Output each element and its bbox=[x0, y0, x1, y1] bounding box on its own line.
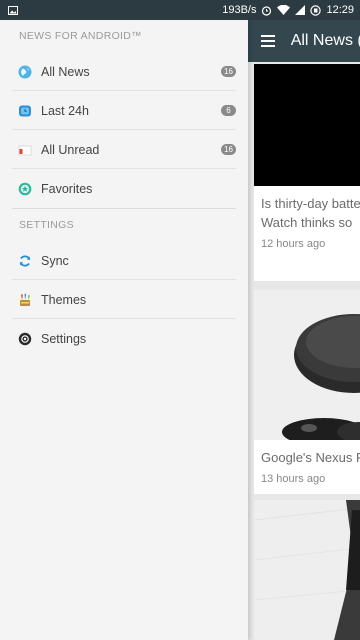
image-notification-icon bbox=[8, 5, 18, 15]
drawer-item-label: Settings bbox=[41, 331, 87, 346]
battery-icon bbox=[310, 4, 322, 16]
wifi-icon bbox=[277, 5, 291, 15]
drawer-item-label: Last 24h bbox=[41, 103, 89, 118]
news-card-image bbox=[254, 64, 360, 186]
drawer-item-themes[interactable]: Themes bbox=[0, 280, 248, 319]
news-card[interactable] bbox=[254, 500, 360, 640]
news-card-image bbox=[254, 500, 360, 640]
palette-icon bbox=[18, 293, 32, 307]
drawer-item-all-unread[interactable]: All Unread 16 bbox=[0, 130, 248, 169]
news-card-time: 12 hours ago bbox=[261, 238, 326, 250]
gear-icon bbox=[18, 332, 32, 346]
unread-count-badge: 16 bbox=[221, 66, 236, 77]
navigation-drawer: NEWS FOR ANDROID™ All News 16 Last 24h 6 bbox=[0, 20, 248, 640]
news-card-title: Google's Nexus Pla bbox=[261, 450, 360, 465]
app-bar: All News (2 bbox=[248, 20, 360, 62]
news-card[interactable]: Google's Nexus Pla 13 hours ago bbox=[254, 290, 360, 494]
drawer-item-label: Sync bbox=[41, 253, 69, 268]
menu-icon[interactable] bbox=[261, 35, 275, 47]
globe-icon bbox=[18, 65, 32, 79]
sync-icon bbox=[18, 254, 32, 268]
unread-icon bbox=[18, 143, 32, 157]
drawer-item-last-24h[interactable]: Last 24h 6 bbox=[0, 91, 248, 130]
app-title: All News (2 bbox=[290, 32, 360, 49]
unread-count-badge: 6 bbox=[221, 105, 236, 116]
news-card-time: 13 hours ago bbox=[261, 473, 326, 485]
clock-icon bbox=[18, 104, 32, 118]
section-header-news: NEWS FOR ANDROID™ bbox=[19, 30, 142, 42]
drawer-item-label: Favorites bbox=[41, 181, 93, 196]
drawer-item-all-news[interactable]: All News 16 bbox=[0, 52, 248, 91]
drawer-item-label: All News bbox=[41, 64, 90, 79]
clock: 12:29 bbox=[326, 4, 354, 16]
drawer-item-settings[interactable]: Settings bbox=[0, 319, 248, 358]
section-header-settings: SETTINGS bbox=[19, 219, 74, 231]
unread-count-badge: 16 bbox=[221, 144, 236, 155]
status-bar: 193B/s 12:29 bbox=[0, 0, 360, 20]
network-speed: 193B/s bbox=[222, 4, 257, 16]
signal-icon bbox=[295, 5, 306, 15]
star-icon bbox=[18, 182, 32, 196]
drawer-item-label: Themes bbox=[41, 292, 87, 307]
news-card-image bbox=[254, 290, 360, 440]
drawer-item-label: All Unread bbox=[41, 142, 100, 157]
alarm-icon bbox=[262, 5, 272, 16]
news-card-title: Is thirty-day battery Watch thinks so bbox=[261, 196, 360, 230]
drawer-item-favorites[interactable]: Favorites bbox=[0, 169, 248, 208]
drawer-item-sync[interactable]: Sync bbox=[0, 241, 248, 280]
news-card[interactable]: Is thirty-day battery Watch thinks so 12… bbox=[254, 64, 360, 281]
